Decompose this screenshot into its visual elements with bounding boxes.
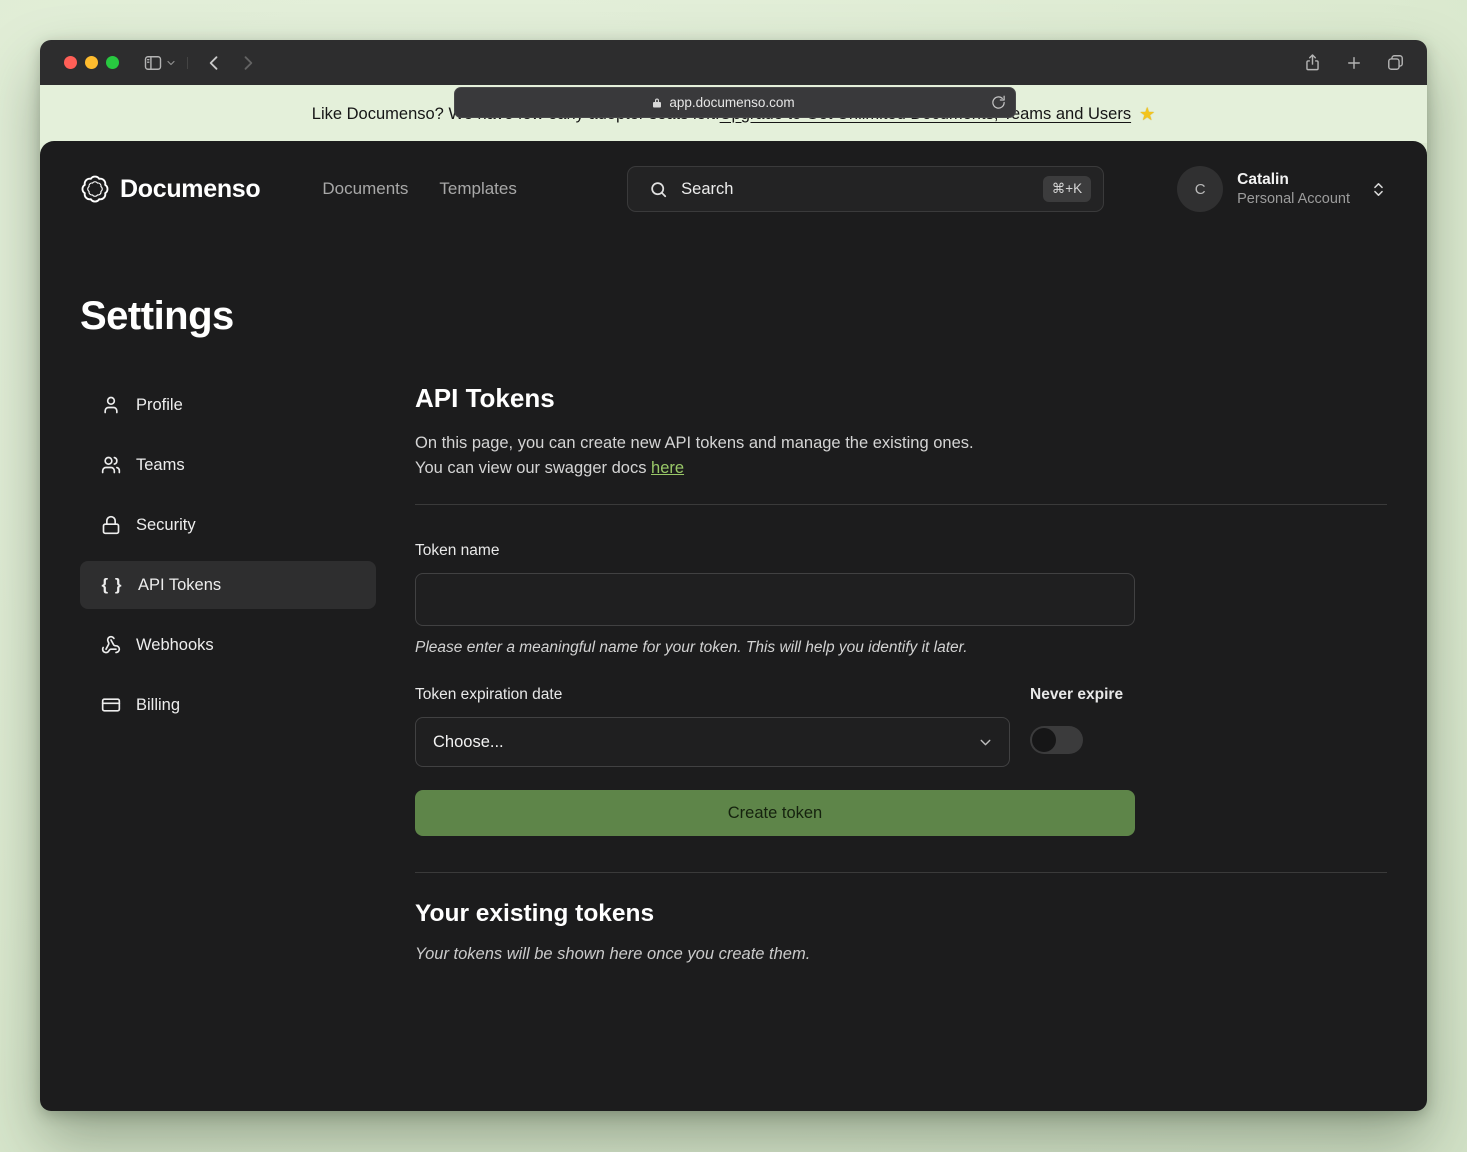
- account-type: Personal Account: [1237, 191, 1350, 207]
- token-name-label: Token name: [415, 542, 1135, 560]
- url-text: app.documenso.com: [669, 95, 794, 110]
- app-header: Documenso Documents Templates Search ⌘+K…: [40, 141, 1427, 237]
- sidebar-item-security[interactable]: Security: [80, 501, 376, 549]
- expiration-select[interactable]: Choose...: [415, 717, 1010, 767]
- create-token-button[interactable]: Create token: [415, 790, 1135, 836]
- lock-icon: [651, 97, 663, 109]
- never-expire-toggle[interactable]: [1030, 726, 1083, 754]
- create-token-form: Token name Please enter a meaningful nam…: [415, 542, 1135, 836]
- user-icon: [101, 395, 121, 415]
- nav-templates[interactable]: Templates: [439, 179, 516, 199]
- page-title: Settings: [80, 294, 1387, 339]
- brand[interactable]: Documenso: [80, 174, 260, 204]
- never-expire-label: Never expire: [1030, 686, 1135, 704]
- star-icon: ★: [1139, 104, 1155, 125]
- sidebar-item-label: Webhooks: [136, 636, 214, 655]
- token-name-input[interactable]: [415, 573, 1135, 626]
- lock-icon: [101, 515, 121, 535]
- sidebar-item-teams[interactable]: Teams: [80, 441, 376, 489]
- close-window-button[interactable]: [64, 56, 77, 69]
- webhook-icon: [101, 635, 121, 655]
- expiration-selected-value: Choose...: [433, 733, 504, 752]
- sidebar-toggle-icon[interactable]: [143, 53, 163, 73]
- search-icon: [649, 180, 668, 199]
- sidebar-item-profile[interactable]: Profile: [80, 381, 376, 429]
- settings-sidebar: Profile Teams Security { } API Token: [80, 381, 376, 964]
- sidebar-item-label: Teams: [136, 456, 185, 475]
- main-nav: Documents Templates: [322, 179, 516, 199]
- account-menu[interactable]: C Catalin Personal Account: [1177, 166, 1387, 212]
- minimize-window-button[interactable]: [85, 56, 98, 69]
- chevrons-up-down-icon: [1370, 181, 1387, 198]
- back-button[interactable]: [204, 53, 224, 73]
- account-name: Catalin: [1237, 171, 1350, 189]
- window-controls: [64, 56, 119, 69]
- browser-titlebar: app.documenso.com: [40, 40, 1427, 85]
- token-name-help: Please enter a meaningful name for your …: [415, 639, 1135, 657]
- address-bar[interactable]: app.documenso.com: [454, 87, 1016, 118]
- share-icon[interactable]: [1303, 53, 1322, 72]
- chevron-down-icon: [977, 734, 994, 751]
- sidebar-item-label: API Tokens: [138, 576, 221, 595]
- toggle-knob: [1032, 728, 1056, 752]
- swagger-docs-link[interactable]: here: [651, 459, 684, 477]
- forward-button[interactable]: [238, 53, 258, 73]
- sidebar-item-billing[interactable]: Billing: [80, 681, 376, 729]
- search-placeholder: Search: [681, 180, 1030, 199]
- section-heading: API Tokens: [415, 383, 1387, 414]
- users-icon: [101, 455, 121, 475]
- tab-overview-icon[interactable]: [1386, 53, 1405, 72]
- brand-name: Documenso: [120, 175, 260, 204]
- expiration-label: Token expiration date: [415, 686, 1010, 704]
- zoom-window-button[interactable]: [106, 56, 119, 69]
- section-description-line2: You can view our swagger docs: [415, 459, 651, 477]
- existing-tokens-empty-text: Your tokens will be shown here once you …: [415, 945, 1387, 964]
- credit-card-icon: [101, 695, 121, 715]
- reload-icon[interactable]: [991, 95, 1006, 110]
- divider: [415, 872, 1387, 873]
- section-description-line1: On this page, you can create new API tok…: [415, 434, 974, 452]
- chevron-down-icon[interactable]: [165, 57, 188, 69]
- braces-icon: { }: [101, 575, 123, 595]
- app-page: Documenso Documents Templates Search ⌘+K…: [40, 141, 1427, 1111]
- divider: [415, 504, 1387, 505]
- nav-documents[interactable]: Documents: [322, 179, 408, 199]
- documenso-logo-icon: [80, 174, 110, 204]
- search-shortcut-badge: ⌘+K: [1043, 176, 1091, 202]
- api-tokens-panel: API Tokens On this page, you can create …: [415, 381, 1387, 964]
- sidebar-item-label: Security: [136, 516, 196, 535]
- search-input[interactable]: Search ⌘+K: [627, 166, 1104, 212]
- browser-window: app.documenso.com Like Documens: [40, 40, 1427, 1111]
- sidebar-item-label: Billing: [136, 696, 180, 715]
- sidebar-item-label: Profile: [136, 396, 183, 415]
- sidebar-item-api-tokens[interactable]: { } API Tokens: [80, 561, 376, 609]
- existing-tokens-heading: Your existing tokens: [415, 900, 1387, 928]
- sidebar-item-webhooks[interactable]: Webhooks: [80, 621, 376, 669]
- avatar: C: [1177, 166, 1223, 212]
- existing-tokens-section: Your existing tokens Your tokens will be…: [415, 900, 1387, 964]
- new-tab-icon[interactable]: [1345, 54, 1363, 72]
